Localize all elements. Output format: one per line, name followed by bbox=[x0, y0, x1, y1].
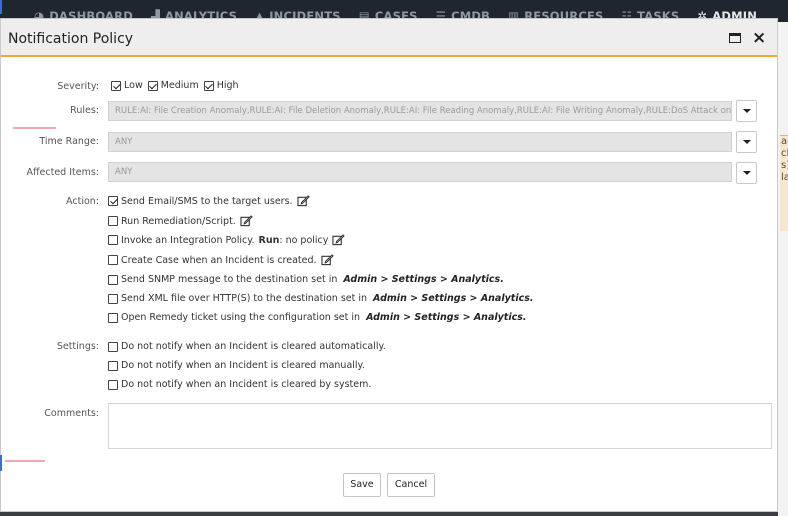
accent-line bbox=[13, 127, 56, 129]
cancel-button[interactable]: Cancel bbox=[387, 473, 435, 497]
xml-label: Send XML file over HTTP(S) to the destin… bbox=[121, 293, 368, 304]
left-edge-marker bbox=[0, 455, 2, 471]
severity-low-label: Low bbox=[124, 80, 143, 91]
send-email-label: Send Email/SMS to the target users. bbox=[121, 195, 293, 207]
edit-icon[interactable] bbox=[332, 234, 346, 246]
no-notify-system-label: Do not notify when an Incident is cleare… bbox=[121, 379, 372, 390]
severity-high-label: High bbox=[216, 80, 239, 91]
rules-label: Rules: bbox=[70, 105, 99, 116]
settings-label: Settings: bbox=[56, 341, 99, 352]
time-range-dropdown-button[interactable] bbox=[736, 131, 757, 153]
severity-low-checkbox[interactable] bbox=[111, 80, 121, 91]
close-icon[interactable]: × bbox=[752, 28, 766, 48]
severity-options: Low Medium High bbox=[111, 80, 239, 91]
edit-icon[interactable] bbox=[240, 215, 253, 227]
run-label: Run bbox=[258, 234, 280, 246]
affected-items-label: Affected Items: bbox=[26, 167, 99, 178]
time-range-field[interactable]: ANY bbox=[108, 132, 732, 152]
action-integration-row: Invoke an Integration Policy. Run : no p… bbox=[108, 234, 346, 246]
settings-manual-row: Do not notify when an Incident is cleare… bbox=[108, 360, 365, 371]
action-remedy-row: Open Remedy ticket using the configurati… bbox=[108, 312, 527, 323]
comments-label: Comments: bbox=[44, 408, 99, 419]
severity-label: Severity: bbox=[57, 81, 99, 92]
remedy-checkbox[interactable] bbox=[108, 312, 118, 323]
comments-textarea[interactable] bbox=[108, 403, 772, 449]
action-snmp-row: Send SNMP message to the destination set… bbox=[108, 274, 504, 285]
remedy-settings-link[interactable]: Admin > Settings > Analytics. bbox=[366, 312, 526, 323]
affected-items-dropdown-button[interactable] bbox=[736, 162, 757, 184]
no-notify-auto-checkbox[interactable] bbox=[108, 341, 118, 352]
peek-text: la bbox=[781, 172, 788, 183]
left-edge-marker bbox=[0, 0, 2, 14]
no-notify-manual-checkbox[interactable] bbox=[108, 360, 118, 371]
run-value: : no policy bbox=[279, 234, 329, 246]
snmp-settings-link[interactable]: Admin > Settings > Analytics. bbox=[343, 274, 503, 285]
xml-checkbox[interactable] bbox=[108, 293, 118, 304]
action-remediation-row: Run Remediation/Script. bbox=[108, 215, 253, 227]
rules-field[interactable]: RULE:AI: File Creation Anomaly,RULE:AI: … bbox=[108, 101, 732, 121]
affected-items-field[interactable]: ANY bbox=[108, 162, 732, 182]
invoke-integration-checkbox[interactable] bbox=[108, 235, 118, 245]
peek-text: s] bbox=[781, 160, 788, 171]
create-case-checkbox[interactable] bbox=[108, 255, 118, 265]
dialog-header: Notification Policy × bbox=[1, 19, 777, 57]
action-label: Action: bbox=[66, 196, 99, 207]
action-xml-row: Send XML file over HTTP(S) to the destin… bbox=[108, 293, 534, 304]
save-button[interactable]: Save bbox=[343, 473, 381, 497]
run-remediation-checkbox[interactable] bbox=[108, 216, 118, 226]
run-remediation-label: Run Remediation/Script. bbox=[121, 215, 236, 227]
edit-icon[interactable] bbox=[320, 254, 334, 266]
notification-policy-dialog: Notification Policy × Severity: Low Medi… bbox=[0, 18, 778, 512]
remedy-label: Open Remedy ticket using the configurati… bbox=[121, 312, 361, 323]
action-send-email-row: Send Email/SMS to the target users. bbox=[108, 195, 310, 207]
severity-high-checkbox[interactable] bbox=[203, 80, 214, 91]
send-email-checkbox[interactable] bbox=[108, 196, 118, 206]
background-notice: ac cl s] la bbox=[780, 135, 788, 231]
peek-text: cl bbox=[781, 148, 788, 159]
action-create-case-row: Create Case when an Incident is created. bbox=[108, 254, 334, 266]
background-page: ac cl s] la bbox=[778, 22, 788, 516]
dialog-title: Notification Policy bbox=[8, 31, 134, 47]
no-notify-manual-label: Do not notify when an Incident is cleare… bbox=[121, 360, 365, 371]
severity-medium-checkbox[interactable] bbox=[147, 80, 158, 91]
snmp-label: Send SNMP message to the destination set… bbox=[121, 274, 338, 285]
settings-auto-row: Do not notify when an Incident is cleare… bbox=[108, 341, 386, 352]
invoke-integration-label: Invoke an Integration Policy. bbox=[121, 234, 255, 246]
time-range-label: Time Range: bbox=[39, 136, 99, 147]
settings-system-row: Do not notify when an Incident is cleare… bbox=[108, 379, 371, 390]
accent-line bbox=[5, 460, 45, 462]
severity-medium-label: Medium bbox=[160, 80, 199, 91]
peek-text: ac bbox=[781, 136, 788, 147]
snmp-checkbox[interactable] bbox=[108, 274, 118, 285]
no-notify-auto-label: Do not notify when an Incident is cleare… bbox=[121, 341, 386, 352]
create-case-label: Create Case when an Incident is created. bbox=[121, 254, 317, 266]
edit-icon[interactable] bbox=[296, 195, 310, 207]
rules-dropdown-button[interactable] bbox=[736, 100, 757, 122]
xml-settings-link[interactable]: Admin > Settings > Analytics. bbox=[373, 293, 533, 304]
maximize-icon[interactable] bbox=[729, 33, 741, 43]
no-notify-system-checkbox[interactable] bbox=[108, 379, 118, 390]
